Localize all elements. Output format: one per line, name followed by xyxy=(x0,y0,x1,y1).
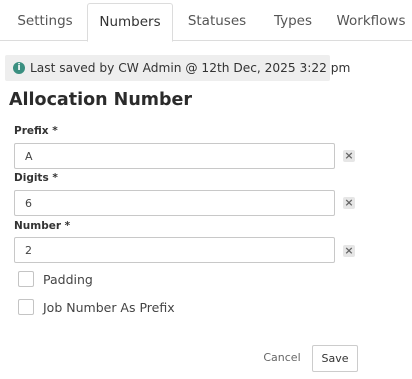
last-saved-notice: i Last saved by CW Admin @ 12th Dec, 202… xyxy=(5,55,350,81)
clear-digits-icon[interactable]: × xyxy=(343,197,355,209)
job-number-prefix-label[interactable]: Job Number As Prefix xyxy=(43,299,175,316)
clear-prefix-icon[interactable]: × xyxy=(343,150,355,162)
cancel-button[interactable]: Cancel xyxy=(258,345,306,371)
prefix-input[interactable] xyxy=(14,143,335,169)
tab-numbers[interactable]: Numbers xyxy=(87,3,173,42)
prefix-label: Prefix * xyxy=(14,125,58,137)
last-saved-text: Last saved by CW Admin @ 12th Dec, 2025 … xyxy=(30,61,351,75)
save-button[interactable]: Save xyxy=(312,345,358,372)
job-number-prefix-checkbox[interactable] xyxy=(18,299,34,315)
tab-workflows[interactable]: Workflows xyxy=(330,0,412,41)
number-input[interactable] xyxy=(14,237,335,263)
tab-bar: Settings Numbers Statuses Types Workflow… xyxy=(0,0,412,42)
number-label: Number * xyxy=(14,220,71,232)
padding-label[interactable]: Padding xyxy=(43,271,93,288)
tab-settings[interactable]: Settings xyxy=(6,0,84,41)
digits-label: Digits * xyxy=(14,172,58,184)
info-icon: i xyxy=(13,62,25,74)
tab-types[interactable]: Types xyxy=(262,0,324,41)
clear-number-icon[interactable]: × xyxy=(343,245,355,257)
tab-statuses[interactable]: Statuses xyxy=(178,0,256,41)
digits-input[interactable] xyxy=(14,190,335,216)
section-title: Allocation Number xyxy=(9,90,193,110)
padding-checkbox[interactable] xyxy=(18,271,34,287)
